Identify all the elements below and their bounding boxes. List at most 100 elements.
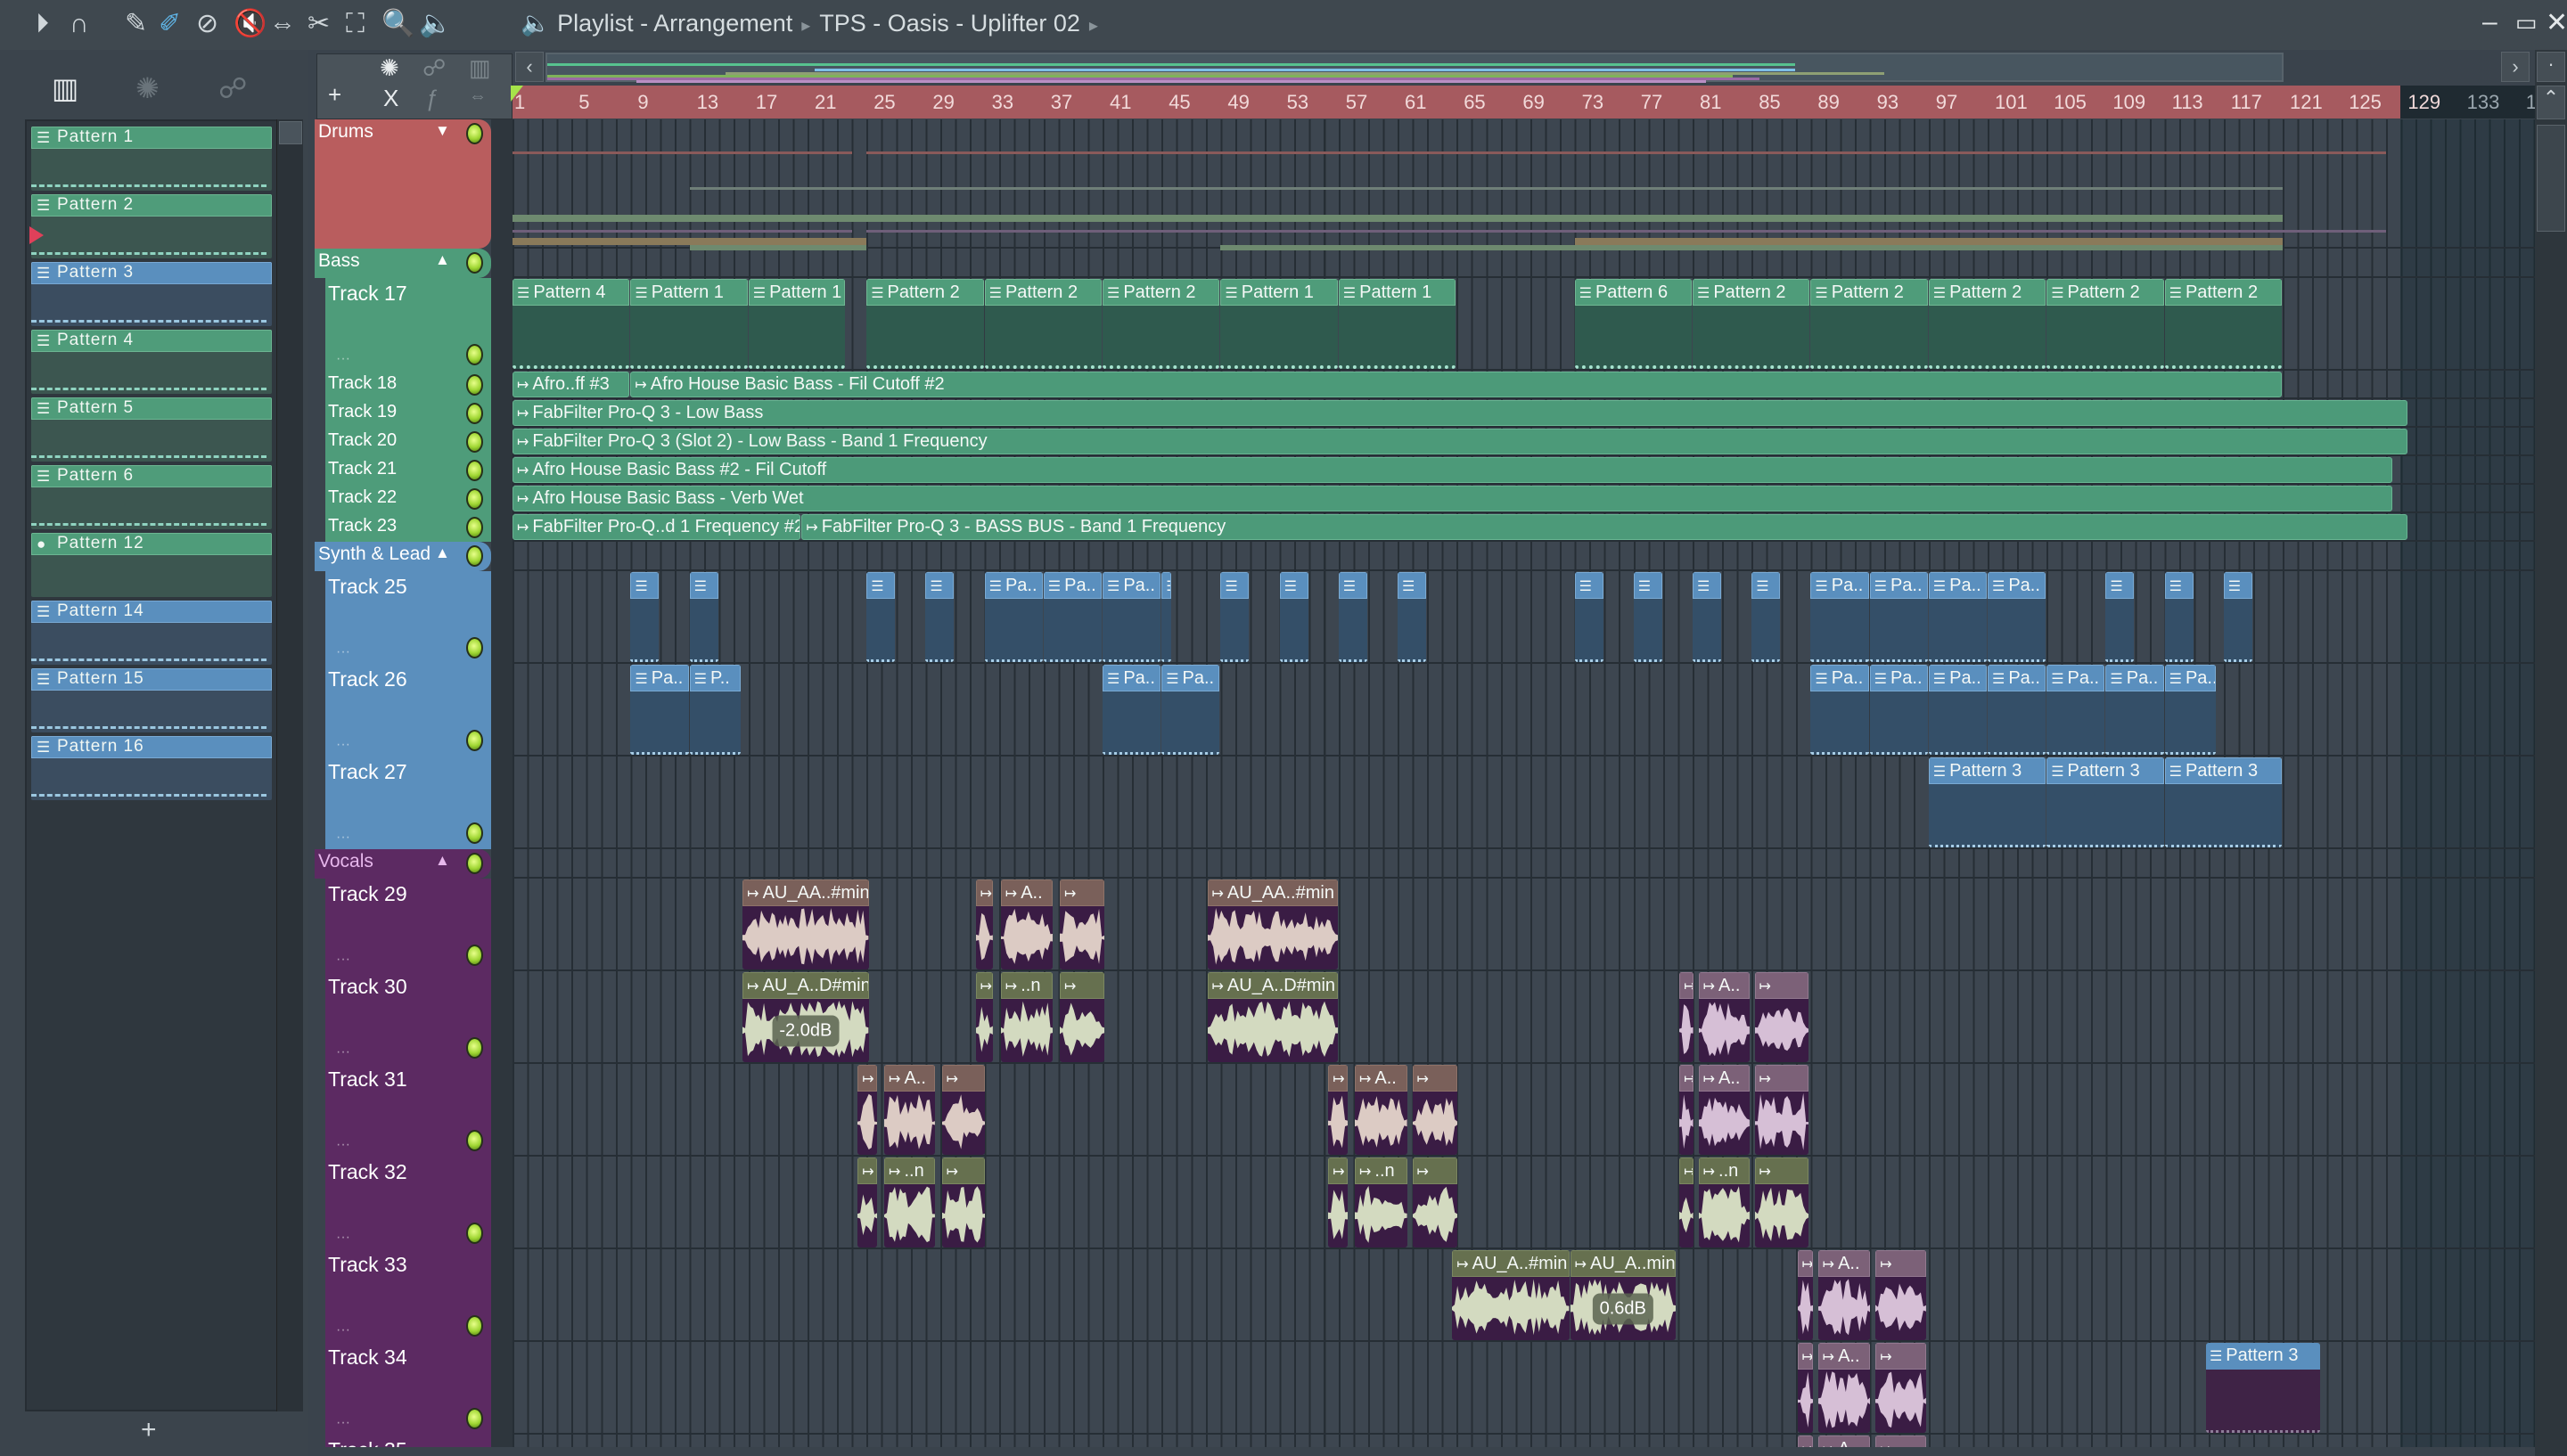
scroll-mini-button[interactable]: · — [2537, 52, 2565, 82]
track-enable-led[interactable] — [466, 545, 483, 567]
track-enable-led[interactable] — [466, 344, 483, 365]
pattern-clip[interactable]: ☰ — [689, 572, 718, 662]
pattern-clip[interactable]: ☰ Pattern 1 — [1220, 279, 1338, 369]
audio-clip[interactable]: ↦ AU_AA..#min — [1207, 879, 1338, 969]
bar-number[interactable]: 121 — [2290, 91, 2323, 114]
pattern-clip[interactable]: ☰ Pattern 3 — [2205, 1343, 2321, 1433]
track-enable-led[interactable] — [466, 252, 483, 274]
bar-number[interactable]: 25 — [873, 91, 895, 114]
pattern-header[interactable]: ● Pattern 12 — [31, 533, 272, 555]
bar-number[interactable]: 85 — [1759, 91, 1780, 114]
bar-number[interactable]: 49 — [1227, 91, 1249, 114]
pattern-clip[interactable]: ☰ — [866, 572, 896, 662]
pattern-header[interactable]: ☰ Pattern 3 — [31, 262, 272, 284]
pattern-item[interactable]: ☰ Pattern 3 — [31, 262, 272, 326]
pattern-clip[interactable]: ☰ Pattern 2 — [1810, 279, 1928, 369]
track-options-icon[interactable]: ··· — [336, 1230, 350, 1246]
group-header-vocals[interactable]: Vocals ▲ — [315, 849, 491, 879]
track-options-icon[interactable]: ··· — [336, 737, 350, 753]
pattern-header[interactable]: ☰ Pattern 4 — [31, 330, 272, 352]
slice-icon[interactable]: ✂ — [308, 9, 330, 39]
function-icon[interactable]: ƒ — [426, 85, 439, 112]
bar-number[interactable]: 133 — [2467, 91, 2500, 114]
pattern-header[interactable]: ☰ Pattern 6 — [31, 465, 272, 487]
audio-clip[interactable]: ↦ ..n — [884, 1157, 935, 1247]
pattern-clip[interactable]: ☰ Pa.. — [1869, 572, 1928, 662]
bar-number[interactable]: 137 — [2526, 91, 2535, 114]
audio-clip[interactable]: ↦ — [1679, 972, 1694, 1062]
collapse-arrow-icon[interactable]: ▼ — [435, 122, 450, 140]
vertical-scrollbar[interactable]: · ⌃ — [2535, 50, 2567, 1456]
audio-clip[interactable]: ↦ — [975, 972, 993, 1062]
track-options-icon[interactable]: ··· — [336, 1044, 350, 1060]
audio-clip[interactable]: ↦ FabFilter Pro-Q 3 - Low Bass — [513, 400, 2407, 426]
pattern-item[interactable]: ☰ Pattern 16 — [31, 736, 272, 800]
select-icon[interactable]: ⛶ — [346, 9, 365, 39]
audio-clip[interactable]: ↦ AU_AA..#min — [742, 879, 869, 969]
track-options-icon[interactable]: ··· — [336, 952, 350, 968]
audio-clip[interactable]: ↦ ..n — [1000, 972, 1054, 1062]
pattern-clip[interactable]: ☰ Pa.. — [2105, 665, 2164, 755]
track-options-icon[interactable]: ··· — [336, 351, 350, 367]
track-enable-led[interactable] — [466, 460, 483, 481]
audio-clip[interactable]: ↦ — [1797, 1250, 1813, 1340]
pattern-clip[interactable]: ☰ Pattern 2 — [2164, 279, 2282, 369]
playhead-marker[interactable] — [511, 86, 523, 102]
pattern-clip[interactable]: ☰ — [2105, 572, 2135, 662]
bar-number[interactable]: 101 — [1995, 91, 2028, 114]
track-enable-led[interactable] — [466, 822, 483, 844]
pattern-clip[interactable]: ☰ Pattern 1 — [748, 279, 846, 369]
project-name[interactable]: TPS - Oasis - Uplifter 02 — [819, 10, 1080, 37]
zoom-icon[interactable]: 🔍 — [381, 9, 414, 39]
audio-clip[interactable]: ↦ — [1754, 972, 1808, 1062]
scroll-up-button[interactable]: ⌃ — [2537, 86, 2565, 119]
track-enable-led[interactable] — [466, 374, 483, 396]
bar-number[interactable]: 81 — [1700, 91, 1721, 114]
audio-clip[interactable]: ↦A.. — [884, 1065, 935, 1155]
playback-icon[interactable]: 🔈 — [419, 9, 452, 39]
audio-clip[interactable]: ↦ AU_A..#min — [1452, 1250, 1570, 1340]
close-button[interactable]: ✕ — [2546, 7, 2567, 38]
audio-clip[interactable]: ↦ FabFilter Pro-Q..d 1 Frequency #2 — [513, 514, 801, 540]
pattern-clip[interactable]: ☰ — [1751, 572, 1781, 662]
delete-icon[interactable]: ⊘ — [196, 9, 218, 39]
audio-clip[interactable]: ↦A.. — [1000, 879, 1054, 969]
pattern-clip[interactable]: ☰ Pa.. — [2164, 665, 2216, 755]
audio-clip[interactable]: ↦ — [1060, 972, 1105, 1062]
audio-clip[interactable]: ↦ ..n — [1698, 1157, 1750, 1247]
pattern-clip[interactable]: ☰ Pattern 2 — [984, 279, 1102, 369]
pattern-item[interactable]: ☰ Pattern 5 — [31, 397, 272, 462]
pattern-clip[interactable]: ☰ Pa.. — [1103, 572, 1161, 662]
pattern-clip[interactable]: ☰ Pattern 3 — [2046, 757, 2164, 847]
pattern-clip[interactable]: ☰ Pattern 1 — [630, 279, 748, 369]
pattern-clip[interactable]: ☰ Pa.. — [1928, 665, 1987, 755]
expand-arrow-icon[interactable]: ▲ — [435, 251, 450, 269]
audio-clip[interactable]: ↦ — [1679, 1157, 1694, 1247]
audio-clip[interactable]: ↦ — [1412, 1065, 1457, 1155]
waveform-icon[interactable]: ✺ — [380, 54, 399, 82]
audio-clip[interactable]: ↦ — [1412, 1157, 1457, 1247]
bar-number[interactable]: 57 — [1346, 91, 1367, 114]
pattern-clip[interactable]: ☰ Pa.. — [1810, 665, 1869, 755]
audio-clip[interactable]: ↦ ..n — [1355, 1157, 1407, 1247]
pattern-clip[interactable]: ☰ Pa.. — [1810, 572, 1869, 662]
picker-scrollbar[interactable] — [276, 119, 303, 1411]
group-header-drums[interactable]: Drums ▼ — [315, 119, 491, 249]
track-enable-led[interactable] — [466, 1223, 483, 1244]
pattern-clip[interactable]: ☰ Pa.. — [1043, 572, 1102, 662]
bar-number[interactable]: 69 — [1522, 91, 1544, 114]
audio-clip[interactable]: ↦ — [941, 1157, 986, 1247]
pattern-clip[interactable]: ☰ — [925, 572, 955, 662]
pattern-clip[interactable]: ☰ Pa.. — [1988, 572, 2046, 662]
expand-arrow-icon[interactable]: ▲ — [435, 852, 450, 870]
maximize-button[interactable]: ▭ — [2515, 9, 2538, 37]
pattern-header[interactable]: ☰ Pattern 2 — [31, 194, 272, 217]
bar-number[interactable]: 97 — [1936, 91, 1957, 114]
resize-icon[interactable]: ⇔ — [469, 86, 487, 107]
pattern-item[interactable]: ☰ Pattern 6 — [31, 465, 272, 529]
audio-clip[interactable]: ↦ — [1797, 1436, 1813, 1447]
bar-number[interactable]: 93 — [1877, 91, 1899, 114]
bar-number[interactable]: 129 — [2407, 91, 2440, 114]
pattern-item[interactable]: ☰ Pattern 1 — [31, 127, 272, 191]
bar-number[interactable]: 17 — [756, 91, 777, 114]
